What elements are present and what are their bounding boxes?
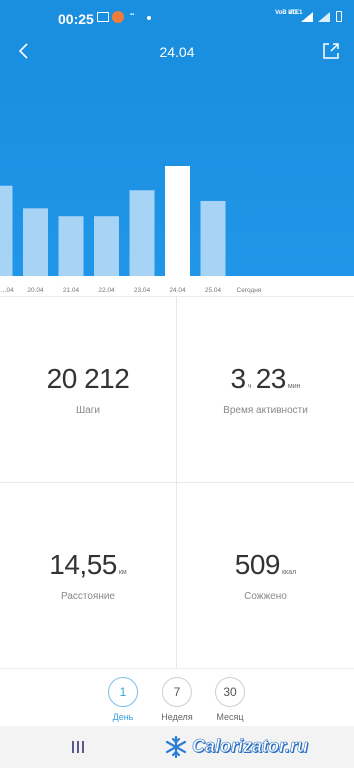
x-tick-label: 22.04 xyxy=(98,287,115,294)
image-icon xyxy=(97,12,109,22)
chart-bar-21.04[interactable] xyxy=(58,216,84,276)
calories-value-wrap: 509 ккал xyxy=(177,549,354,581)
chart-bar-23.04[interactable] xyxy=(129,190,155,276)
chart-x-axis: …04 20.04 21.04 22.04 23.04 24.04 25.04 Сегодня xyxy=(0,276,354,296)
calories-value: 509 xyxy=(234,549,281,580)
battery-icon xyxy=(336,11,342,22)
distance-unit: км xyxy=(118,569,127,576)
period-tabs: 1 День 7 Неделя 30 Месяц xyxy=(0,668,354,726)
x-axis-labels: …04 20.04 21.04 22.04 23.04 24.04 25.04 Сегодня xyxy=(0,287,262,294)
chart-bar-…04[interactable] xyxy=(0,185,13,276)
app-header: 24.04 xyxy=(0,34,354,70)
x-tick-label: 23.04 xyxy=(134,287,151,294)
distance-card: 14,55 км Расстояние xyxy=(0,483,177,669)
active-time-card: 3ч 23 мин Время активности xyxy=(177,297,354,483)
chart-plot xyxy=(0,166,226,276)
calories-label: Сожжено xyxy=(244,591,287,602)
watermark-text: Calorizator.ru xyxy=(192,736,309,757)
steps-card: 20 212 Шаги xyxy=(0,297,177,483)
x-tick-label: …04 xyxy=(0,287,14,294)
signal-icon xyxy=(301,12,313,22)
chart-bar-25.04[interactable] xyxy=(200,200,226,276)
share-icon[interactable] xyxy=(320,40,342,62)
tab-day-label: День xyxy=(112,712,134,722)
status-bar: 00:25 ▪▪ VoB LTE1 4G xyxy=(0,0,354,34)
status-time: 00:25 xyxy=(58,11,94,27)
tab-month-label: Месяц xyxy=(216,712,244,722)
tab-week[interactable]: 7 Неделя xyxy=(157,677,197,722)
app-notification-icon xyxy=(112,11,124,23)
tab-day-number: 1 xyxy=(108,677,138,707)
distance-value-wrap: 14,55 км xyxy=(0,549,176,581)
active-time-value-wrap: 3ч 23 мин xyxy=(177,363,354,395)
tab-day[interactable]: 1 День xyxy=(103,677,143,722)
active-hours: 3 xyxy=(230,363,247,394)
tab-month-number: 30 xyxy=(215,677,245,707)
tab-week-label: Неделя xyxy=(161,712,193,722)
steps-label: Шаги xyxy=(76,405,100,416)
signal-icon xyxy=(318,12,330,22)
chart-bar-22.04[interactable] xyxy=(94,216,119,276)
snowflake-icon xyxy=(165,735,187,759)
small-text-icon: ▪▪ xyxy=(130,12,135,18)
chart-bar-20.04[interactable] xyxy=(23,208,48,276)
distance-value: 14,55 xyxy=(49,549,117,580)
steps-value-wrap: 20 212 xyxy=(0,363,176,395)
page-title: 24.04 xyxy=(159,44,195,60)
dot-icon xyxy=(147,16,151,20)
distance-label: Расстояние xyxy=(60,591,115,602)
x-tick-label: 25.04 xyxy=(205,287,222,294)
x-tick-label: 24.04 xyxy=(169,287,186,294)
tab-month[interactable]: 30 Месяц xyxy=(210,677,250,722)
net-type-label: 4G xyxy=(289,10,298,16)
recent-apps-button[interactable] xyxy=(72,740,88,754)
steps-value: 20 212 xyxy=(46,363,130,394)
steps-chart[interactable] xyxy=(0,70,354,276)
stats-grid: 20 212 Шаги 3ч 23 мин Время активности 14… xyxy=(0,296,354,669)
hours-unit: ч xyxy=(247,383,252,390)
calories-card: 509 ккал Сожжено xyxy=(177,483,354,669)
calories-unit: ккал xyxy=(281,569,297,576)
x-tick-label: Сегодня xyxy=(237,287,262,294)
x-tick-label: 21.04 xyxy=(63,287,80,294)
minutes-unit: мин xyxy=(287,383,301,390)
tab-week-number: 7 xyxy=(162,677,192,707)
active-minutes: 23 xyxy=(255,363,287,394)
system-nav-bar: Calorizator.ru xyxy=(0,726,354,768)
active-time-label: Время активности xyxy=(223,405,308,416)
x-tick-label: 20.04 xyxy=(27,287,44,294)
chart-bar-24.04[interactable] xyxy=(165,166,190,276)
